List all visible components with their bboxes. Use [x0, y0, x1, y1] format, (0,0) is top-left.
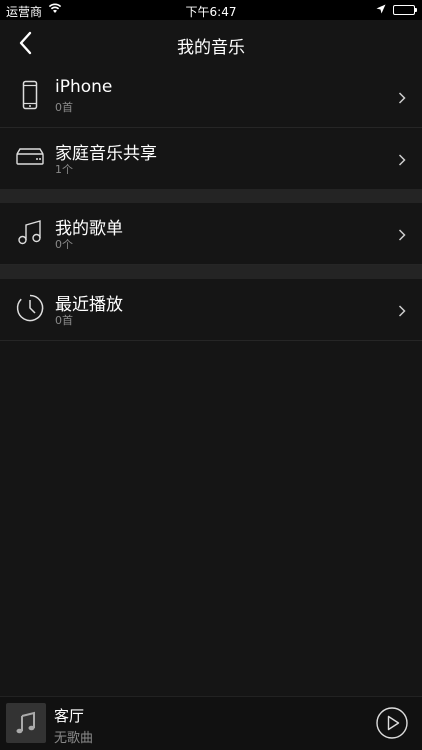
list-item-subtitle: 0首	[55, 101, 73, 114]
chevron-right-icon	[398, 90, 406, 104]
list-item-subtitle: 0个	[55, 238, 73, 251]
section-separator	[0, 265, 422, 279]
list-item-my-playlists[interactable]: 我的歌单 0个	[0, 203, 422, 265]
chevron-right-icon	[398, 152, 406, 166]
navigation-bar: 我的音乐	[0, 20, 422, 66]
music-note-icon	[15, 217, 45, 247]
music-note-icon	[16, 711, 35, 734]
chevron-right-icon	[398, 227, 406, 241]
list-item-recently-played[interactable]: 最近播放 0首	[0, 279, 422, 341]
play-button[interactable]	[376, 707, 408, 739]
list-item-subtitle: 0首	[55, 314, 73, 327]
list-item-subtitle: 1个	[55, 163, 73, 176]
list-item-title: iPhone	[55, 77, 113, 97]
location-arrow-icon	[376, 3, 386, 17]
play-icon	[376, 707, 408, 739]
battery-icon	[393, 5, 417, 15]
album-art-placeholder	[6, 703, 46, 743]
section-separator	[0, 189, 422, 203]
list-item-iphone[interactable]: iPhone 0首	[0, 66, 422, 128]
song-title: 无歌曲	[54, 731, 94, 746]
chevron-right-icon	[398, 303, 406, 317]
clock-icon	[15, 293, 45, 323]
iphone-icon	[15, 80, 45, 110]
room-name: 客厅	[54, 707, 85, 725]
list-item-home-sharing[interactable]: 家庭音乐共享 1个	[0, 128, 422, 190]
status-bar: 运营商 下午6:47	[0, 0, 422, 20]
home-sharing-device-icon	[15, 142, 45, 172]
mini-player[interactable]: 客厅 无歌曲	[0, 696, 422, 750]
page-title: 我的音乐	[177, 38, 245, 58]
clock-time: 下午6:47	[185, 5, 237, 19]
